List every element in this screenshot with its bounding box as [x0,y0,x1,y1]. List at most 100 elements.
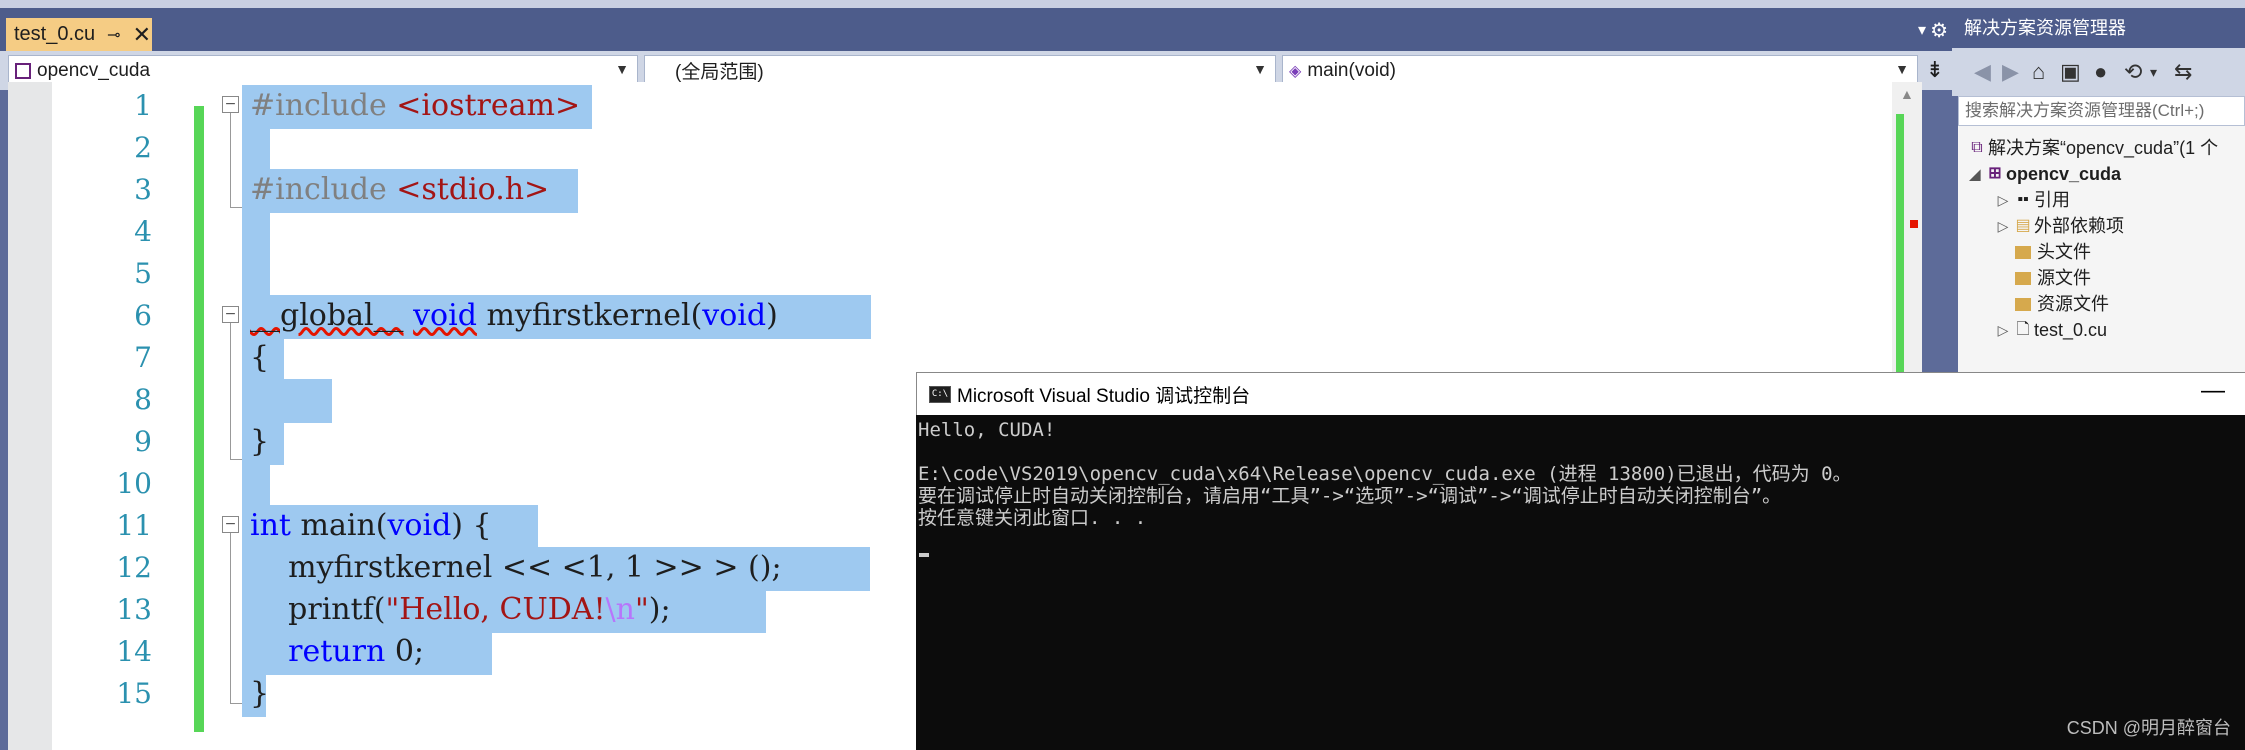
tree-item-solution[interactable]: ⧉ 解决方案“opencv_cuda”(1 个 [1966,135,2218,161]
selection-highlight [242,127,270,171]
back-icon[interactable]: ◀ [1974,59,1991,85]
tree-item-label: 头文件 [2037,242,2091,262]
line-number: 14 [116,635,152,668]
console-line: E:\code\VS2019\opencv_cuda\x64\Release\o… [918,463,1852,485]
debug-console-window[interactable]: C:\ Microsoft Visual Studio 调试控制台 — Hell… [916,372,2245,750]
tab-list-dropdown-icon[interactable]: ▾ [1918,20,1926,40]
search-input[interactable]: 搜索解决方案资源管理器(Ctrl+;) [1958,96,2245,126]
line-number: 8 [134,383,152,416]
home-icon[interactable]: ⌂ [2032,59,2045,85]
code-line: printf("Hello, CUDA!\n"); [250,589,671,631]
punctuation-token: 0; [385,634,425,669]
project-icon: ⊞ [1988,165,2002,182]
minimize-button[interactable]: — [2201,377,2225,405]
outline-guide [230,207,242,208]
switch-views-icon[interactable]: ▣ [2060,59,2081,85]
tree-item-project[interactable]: ◢ ⊞ opencv_cuda [1966,161,2121,187]
punctuation-token: ) [766,298,778,333]
line-number: 3 [134,173,152,206]
preprocessor-token: #include [250,88,387,123]
tree-item-references[interactable]: ▷ ▪▪ 引用 [1994,187,2070,213]
split-editor-icon[interactable]: ⇟ [1926,57,1944,83]
chevron-down-icon: ▼ [615,61,629,77]
solution-icon: ⧉ [1971,139,1983,156]
collapsed-arrow-icon[interactable]: ▷ [1994,317,2012,343]
code-line: __global__ void myfirstkernel(void) [250,295,778,337]
panel-toolbar: ◀ ▶ ⌂ ▣ ● ⟲ ▾ ⇆ [1952,48,2245,96]
close-icon[interactable]: ✕ [133,22,151,48]
tab-test-0-cu[interactable]: test_0.cu ⊸ ✕ [6,18,152,51]
outline-guide [230,703,242,704]
scope-combo-value: (全局范围) [675,62,764,83]
pin-icon[interactable]: ⊸ [107,25,120,45]
keyword-token: int [250,508,291,543]
preprocessor-token: #include [250,172,387,207]
folder-icon [2015,297,2031,311]
keyword-token: void [413,298,477,333]
code-line: #include <iostream> [250,85,580,127]
folder-icon [2015,271,2031,285]
escape-token: \n [605,592,635,627]
outline-guide [230,113,231,207]
expanded-arrow-icon[interactable]: ◢ [1966,161,1984,187]
file-icon: 🗋 [2016,321,2030,338]
code-line: { [250,340,270,375]
chevron-down-icon[interactable]: ▾ [2150,64,2157,81]
title-strip [0,0,2245,8]
forward-icon[interactable]: ▶ [2002,59,2019,85]
collapse-icon[interactable]: − [222,96,239,113]
collapsed-arrow-icon[interactable]: ▷ [1994,213,2012,239]
tree-item-label: 引用 [2034,190,2070,210]
watermark: CSDN @明月醉窗台 [2066,718,2231,738]
keyword-token: void [702,298,767,333]
references-icon: ▪▪ [2017,191,2029,208]
console-app-icon: C:\ [929,385,951,403]
console-line: 要在调试停止时自动关闭控制台，请启用“工具”->“选项”->“调试”->“调试停… [918,485,1782,507]
code-line: myfirstkernel << <1, 1 >> > (); [250,550,782,585]
console-titlebar[interactable]: C:\ Microsoft Visual Studio 调试控制台 — [916,372,2245,415]
include-path-token: <iostream> [386,88,581,123]
tree-item-test-0-cu[interactable]: ▷ 🗋 test_0.cu [1994,317,2107,343]
collapse-icon[interactable]: − [222,516,239,533]
punctuation-token: ); [648,592,671,627]
call-token: printf( [250,592,386,627]
gear-icon[interactable]: ⚙ [1930,18,1948,43]
scrollbar-error-marker [1910,220,1918,228]
line-number: 2 [134,131,152,164]
console-output[interactable]: Hello, CUDA! E:\code\VS2019\opencv_cuda\… [916,415,2245,750]
tree-item-label: test_0.cu [2034,320,2108,340]
line-number: 6 [134,299,152,332]
outline-guide [230,533,231,703]
line-number: 7 [134,341,152,374]
line-number: 9 [134,425,152,458]
line-number: 15 [116,677,152,710]
tree-item-source-files[interactable]: 源文件 [2012,265,2091,291]
console-line: 按任意键关闭此窗口. . . [918,507,1147,529]
collapsed-arrow-icon[interactable]: ▷ [1994,187,2012,213]
code-line: } [250,424,270,459]
global-qualifier-token: __global__ [250,298,404,333]
code-line: #include <stdio.h> [250,169,549,211]
collapse-icon[interactable]: − [222,306,239,323]
panel-title: 解决方案资源管理器 [1952,8,2245,48]
string-token: "Hello, CUDA! [385,592,606,627]
tree-item-external-dependencies[interactable]: ▷ ▤ 外部依赖项 [1994,213,2124,239]
external-dependencies-icon: ▤ [2015,217,2031,234]
project-combo-value: opencv_cuda [37,59,151,81]
history-icon[interactable]: ⟲ [2124,59,2142,85]
console-title: Microsoft Visual Studio 调试控制台 [957,385,1251,407]
code-line: int main(void) { [250,505,492,547]
pending-changes-icon[interactable]: ● [2094,59,2107,85]
line-number: 1 [134,89,152,122]
sync-icon[interactable]: ⇆ [2174,59,2192,85]
tree-item-header-files[interactable]: 头文件 [2012,239,2091,265]
code-line: } [250,676,270,711]
line-number: 12 [116,551,152,584]
tree-item-resource-files[interactable]: 资源文件 [2012,291,2109,317]
tree-item-label: 源文件 [2037,268,2091,288]
glyph-margin [8,82,52,750]
string-token: " [634,592,649,627]
scroll-up-icon[interactable]: ▲ [1900,86,1914,102]
